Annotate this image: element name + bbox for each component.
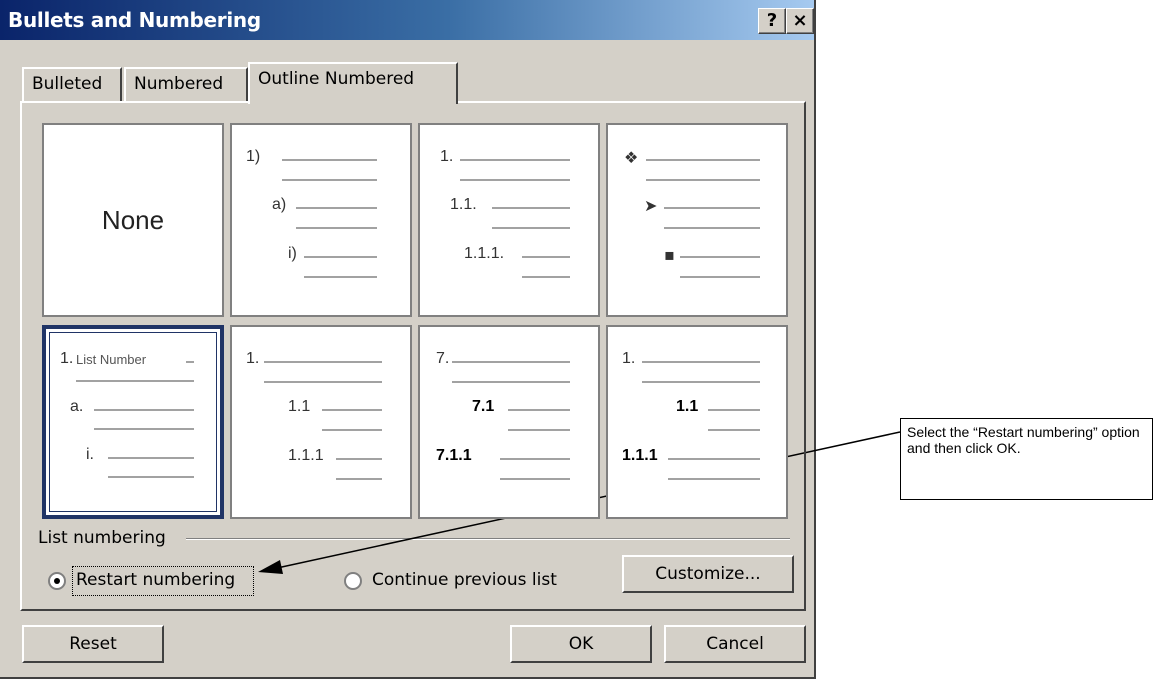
preset-level-2-label: 1.1	[288, 398, 311, 415]
preset-level-2-label: a.	[70, 398, 84, 415]
preset-level-2-label: 7.1	[472, 398, 495, 415]
preset-level-3-label: i.	[86, 446, 94, 463]
preset-level-2-label: 1.1	[676, 398, 699, 415]
preset-outline-bullets[interactable]: ❖ ➤ ▪	[606, 123, 788, 317]
preset-level-3-label: i)	[288, 245, 297, 262]
preset-style-name: List Number	[76, 352, 147, 367]
preset-level-1-label: 1.	[622, 350, 636, 367]
square-bullet-icon: ▪	[664, 245, 675, 264]
preset-heading-numbering[interactable]: 1. 1.1 1.1.1	[606, 325, 788, 519]
preset-list-number[interactable]: 1. List Number a. i.	[42, 325, 224, 519]
preset-level-1-label: 7.	[436, 350, 450, 367]
preset-level-2-label: 1.1.	[450, 196, 477, 213]
instruction-callout: Select the “Restart numbering” option an…	[900, 418, 1153, 500]
bullets-numbering-dialog: Bullets and Numbering ? × Bulleted Numbe…	[0, 0, 816, 679]
preset-level-3-label: 1.1.1.	[464, 245, 505, 262]
preset-level-3-label: 1.1.1	[622, 447, 658, 464]
preset-level-1-label: 1.	[440, 148, 454, 165]
preset-level-2-label: a)	[272, 196, 287, 213]
preset-level-1-label: 1.	[60, 350, 74, 367]
preset-level-1-label: 1)	[246, 148, 261, 165]
tab-outline-numbered[interactable]: Outline Numbered	[248, 62, 458, 104]
preset-heading-numbering-bold[interactable]: 7. 7.1 7.1.1	[418, 325, 600, 519]
preset-none-label: None	[101, 205, 165, 235]
preset-legal-numbering[interactable]: 1. 1.1 1.1.1	[230, 325, 412, 519]
preset-level-1-label: 1.	[246, 350, 260, 367]
preset-outline-decimal-dotted[interactable]: 1. 1.1. 1.1.1.	[418, 123, 600, 317]
preset-level-3-label: 1.1.1	[288, 447, 324, 464]
preset-none[interactable]: None	[42, 123, 224, 317]
arrow-bullet-icon: ➤	[644, 196, 658, 215]
tab-panel: None 1) a) i) 1. 1.1. 1.1.1. ❖ ➤ ▪ 1. Li…	[20, 101, 806, 611]
preset-outline-paren[interactable]: 1) a) i)	[230, 123, 412, 317]
diamond-bullet-icon: ❖	[624, 148, 639, 167]
tab-outline-numbered-label: Outline Numbered	[258, 69, 415, 89]
preset-level-3-label: 7.1.1	[436, 447, 472, 464]
